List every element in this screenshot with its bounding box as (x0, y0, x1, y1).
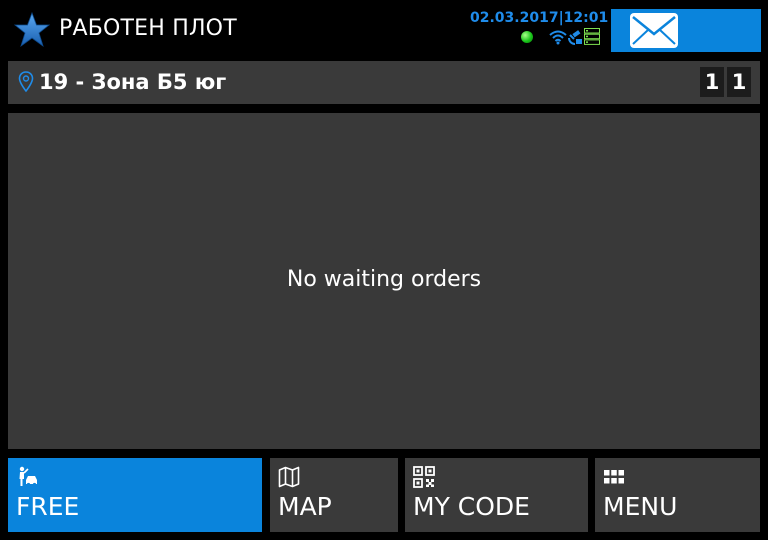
free-label: FREE (16, 492, 80, 521)
envelope-icon (630, 13, 678, 48)
messages-button[interactable] (611, 9, 761, 52)
server-icon (584, 28, 600, 45)
wifi-icon (549, 30, 567, 45)
grid-menu-icon (604, 470, 624, 484)
app-title: РАБОТЕН ПЛОТ (59, 16, 237, 41)
location-pin-icon (18, 71, 34, 93)
my-code-button[interactable]: MY CODE (405, 458, 588, 532)
date-time: 02.03.2017|12:01 (470, 10, 609, 26)
star-icon (14, 12, 50, 48)
zone-bar[interactable]: 19 - Зона Б5 юг 1 1 (8, 61, 760, 104)
zone-label: 19 - Зона Б5 юг (39, 70, 227, 94)
map-icon (278, 466, 300, 488)
map-label: MAP (278, 492, 332, 521)
header-bar: РАБОТЕН ПЛОТ 02.03.2017|12:01 (0, 0, 768, 58)
my-code-label: MY CODE (413, 492, 530, 521)
zone-counter-first: 1 (700, 67, 724, 97)
gps-icon (568, 30, 582, 45)
driver-car-icon (19, 466, 37, 487)
menu-label: MENU (603, 492, 678, 521)
zone-counter-second: 1 (727, 67, 751, 97)
qr-code-icon (413, 466, 435, 488)
map-button[interactable]: MAP (270, 458, 398, 532)
orders-panel: No waiting orders (8, 113, 760, 449)
connection-dot-icon (521, 31, 533, 43)
menu-button[interactable]: MENU (595, 458, 760, 532)
empty-orders-message: No waiting orders (286, 267, 482, 292)
free-button[interactable]: FREE (8, 458, 262, 532)
